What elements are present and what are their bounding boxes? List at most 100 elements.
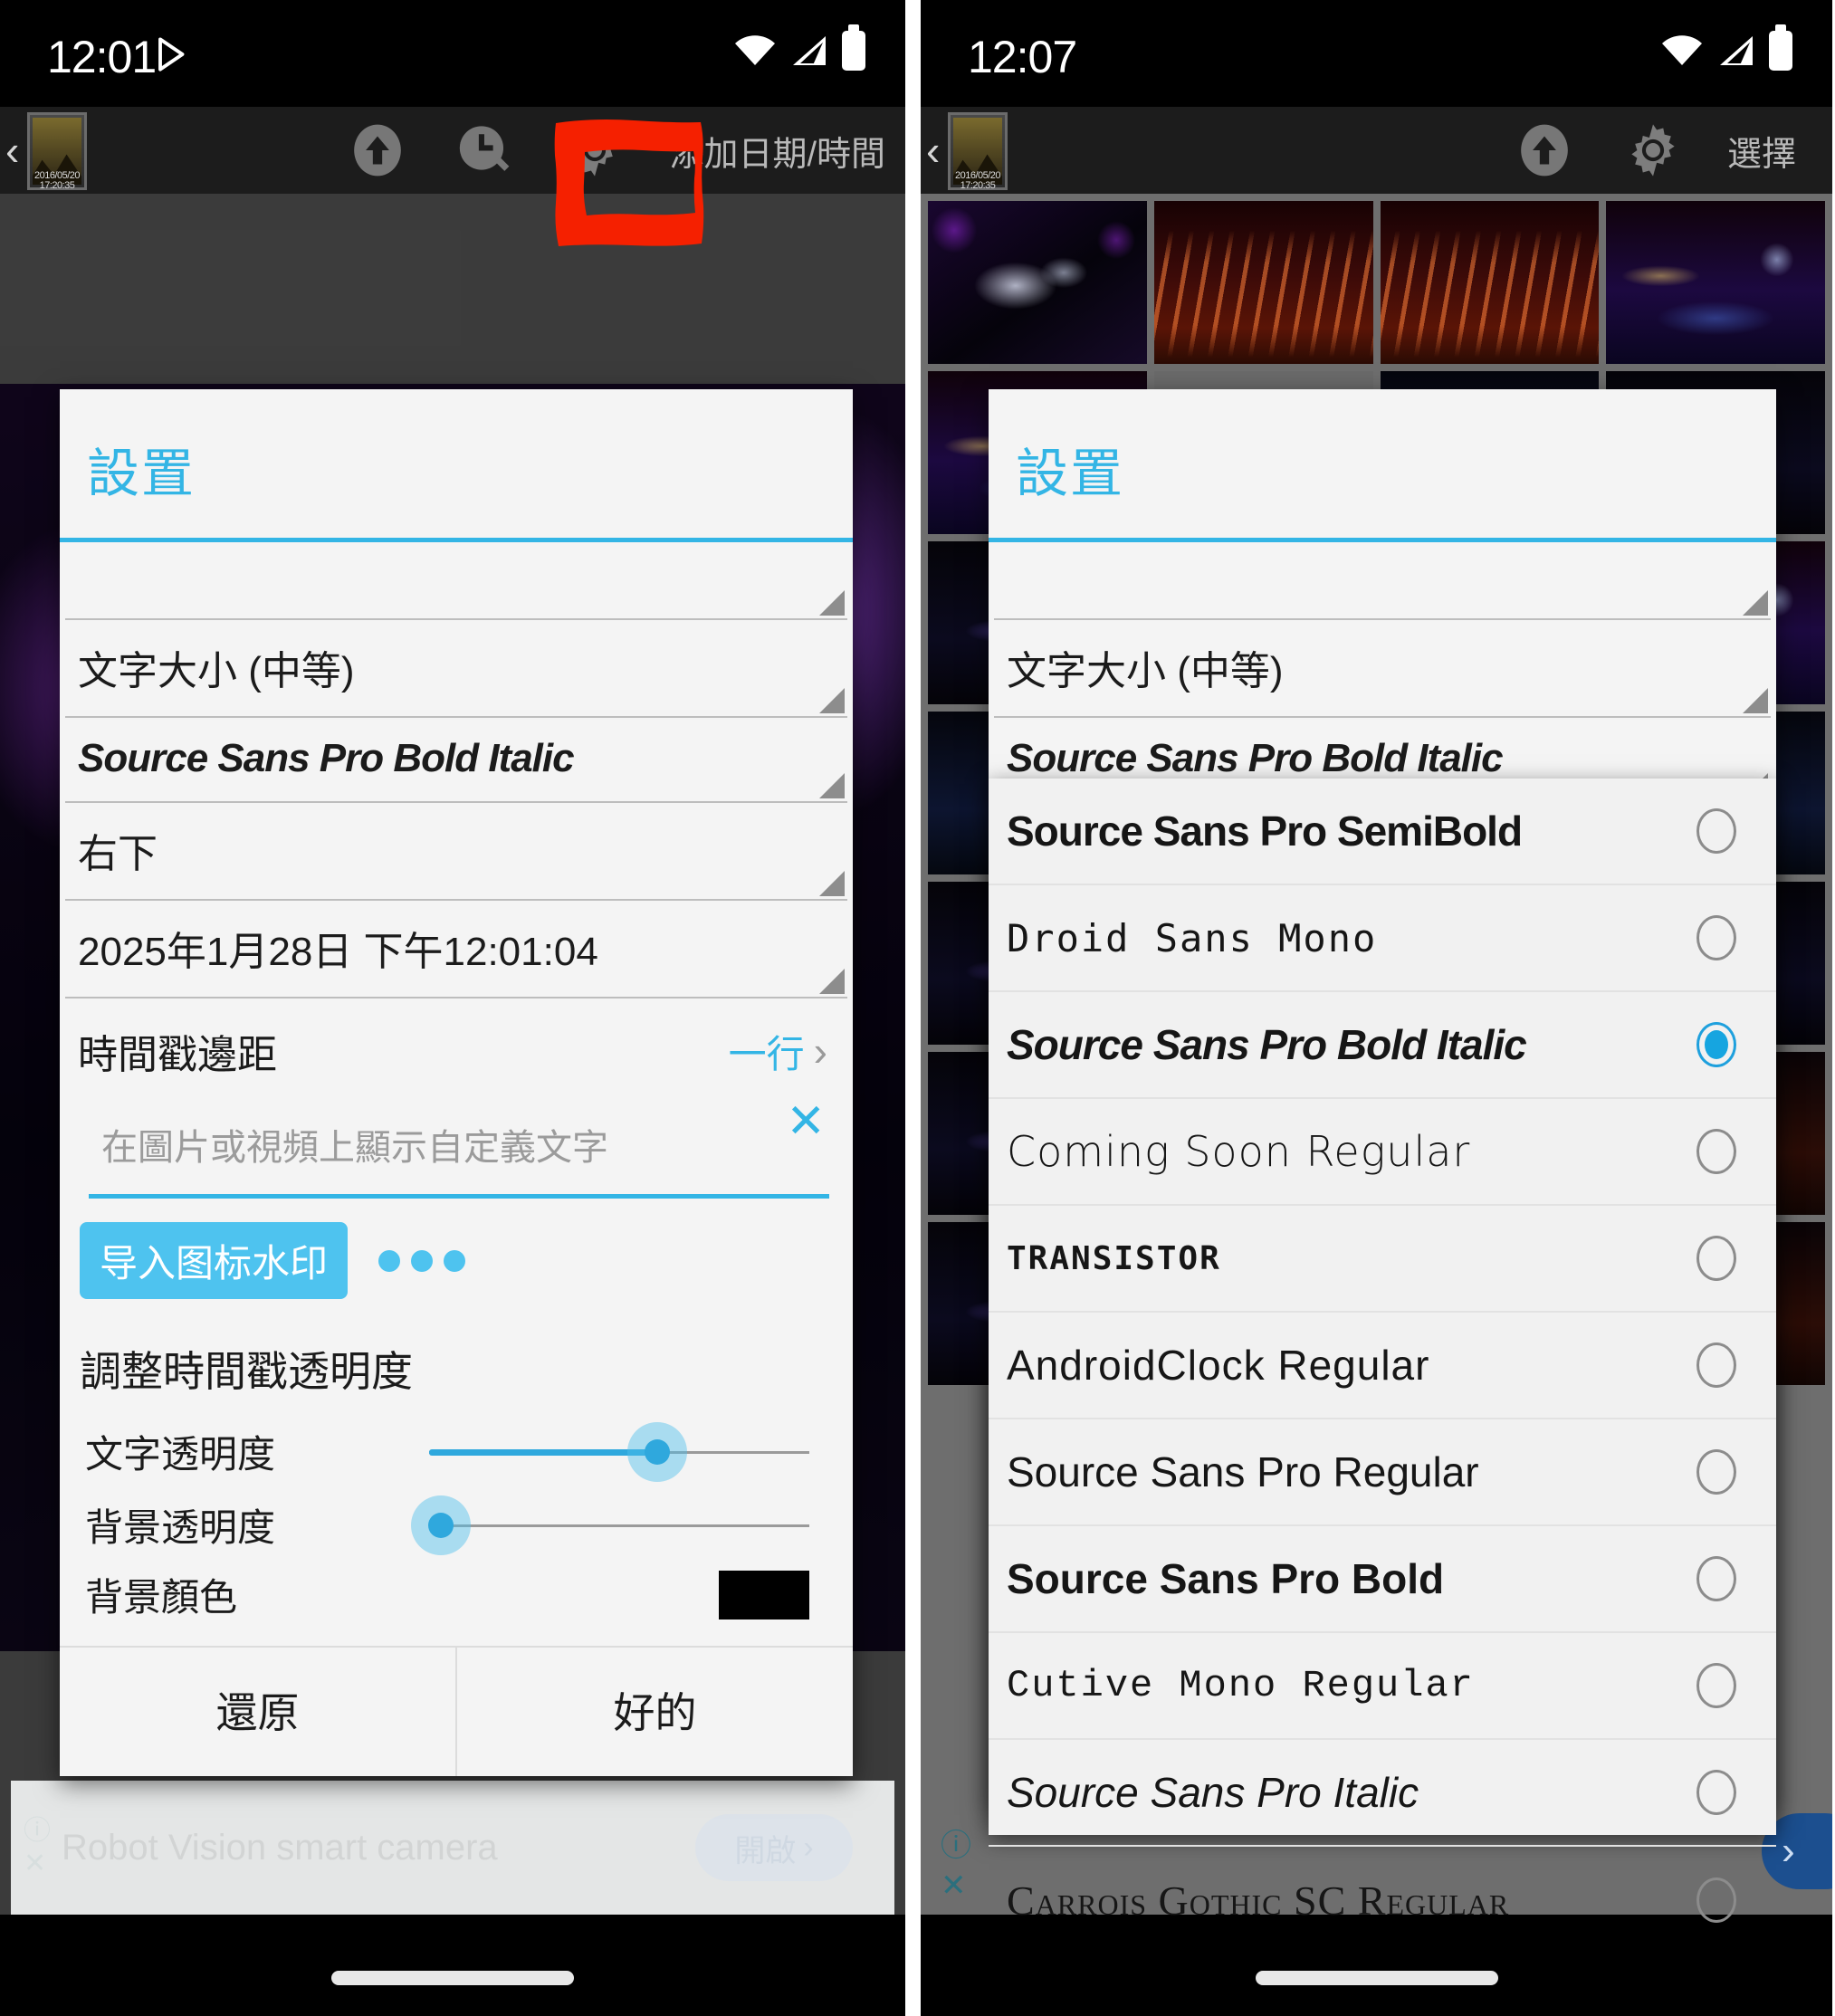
back-button[interactable]: ‹: [926, 127, 940, 174]
font-value: Source Sans Pro Bold Italic: [78, 736, 575, 780]
close-icon[interactable]: ✕: [941, 1866, 971, 1906]
font-list-item[interactable]: Carrois Gothic SC Regular: [989, 1847, 1776, 1954]
text-size-value: 文字大小 (中等): [78, 649, 355, 693]
settings-button[interactable]: [540, 107, 649, 194]
clear-icon[interactable]: ✕: [786, 1094, 826, 1149]
font-list-item[interactable]: Source Sans Pro SemiBold: [989, 779, 1776, 885]
status-icons: [733, 24, 865, 71]
position-spinner[interactable]: 右下: [65, 803, 847, 901]
timestamp-margin-row[interactable]: 時間戳邊距 一行 ›: [65, 998, 847, 1100]
app-action-bar: ‹ 2016/05/20 17:20:35 選擇: [921, 107, 1832, 194]
font-list-item-label: Coming Soon Regular: [1007, 1127, 1471, 1176]
font-radio-button[interactable]: [1696, 1663, 1736, 1708]
home-gesture-pill[interactable]: [1255, 1971, 1498, 1985]
ad-cta-label: 開啟: [734, 1833, 797, 1868]
text-size-spinner[interactable]: 文字大小 (中等): [65, 620, 847, 718]
more-options-button[interactable]: [378, 1249, 466, 1272]
font-list-item[interactable]: TRANSISTOR: [989, 1206, 1776, 1313]
font-list-item[interactable]: Source Sans Pro Italic: [989, 1740, 1776, 1847]
wifi-icon: [735, 35, 775, 65]
font-list-item-label: Source Sans Pro Bold: [1007, 1555, 1445, 1602]
select-button[interactable]: 選擇: [1707, 126, 1832, 176]
ok-button[interactable]: 好的: [455, 1648, 853, 1776]
text-size-spinner[interactable]: 文字大小 (中等): [994, 620, 1771, 718]
spinner-caret-icon: [819, 688, 845, 713]
font-value: Source Sans Pro Bold Italic: [1007, 736, 1504, 780]
bg-color-swatch[interactable]: [719, 1570, 809, 1619]
ad-cta-button[interactable]: 開啟 ›: [695, 1814, 853, 1881]
preview-bar-spinner[interactable]: [65, 542, 847, 620]
ad-title: Robot Vision smart camera: [62, 1827, 498, 1868]
timestamp-margin-value: 一行: [728, 1032, 805, 1075]
bg-opacity-row: 背景透明度: [65, 1488, 847, 1562]
bg-color-row[interactable]: 背景顏色: [65, 1562, 847, 1639]
chevron-right-icon: ›: [1782, 1829, 1795, 1873]
ad-banner[interactable]: ⓘ ✕ Robot Vision smart camera 開啟 ›: [11, 1781, 894, 1915]
app-action-bar: ‹ 2016/05/20 17:20:35 添加日期/時間: [0, 107, 905, 194]
font-radio-button[interactable]: [1696, 808, 1736, 854]
gear-icon: [573, 124, 617, 177]
system-nav-bar: [0, 1915, 905, 2016]
timestamp-margin-label: 時間戳邊距: [78, 1033, 277, 1077]
font-list-item[interactable]: Source Sans Pro Regular: [989, 1419, 1776, 1526]
spinner-caret-icon: [819, 590, 845, 616]
watermark-row: 导入图标水印: [65, 1199, 847, 1308]
text-opacity-row: 文字透明度: [65, 1415, 847, 1488]
upload-button[interactable]: [1490, 107, 1599, 194]
spinner-caret-icon: [819, 969, 845, 994]
bg-opacity-slider[interactable]: [410, 1495, 809, 1555]
bg-opacity-label: 背景透明度: [85, 1506, 276, 1549]
datetime-value: 2025年1月28日 下午12:01:04: [78, 930, 598, 974]
font-radio-button[interactable]: [1696, 1129, 1736, 1174]
font-radio-button[interactable]: [1696, 1022, 1736, 1067]
chevron-right-icon: ›: [813, 1027, 827, 1075]
datetime-spinner[interactable]: 2025年1月28日 下午12:01:04: [65, 901, 847, 998]
back-button[interactable]: ‹: [5, 127, 19, 174]
timestamp-edit-button[interactable]: [432, 107, 540, 194]
battery-icon: [1769, 24, 1792, 71]
font-radio-button[interactable]: [1696, 1770, 1736, 1815]
dialog-title: 設置: [1016, 444, 1125, 503]
wifi-icon: [1662, 35, 1702, 65]
font-radio-button[interactable]: [1696, 1342, 1736, 1388]
signal-icon: [793, 36, 826, 65]
restore-button[interactable]: 還原: [60, 1648, 455, 1776]
font-list-item[interactable]: Coming Soon Regular: [989, 1099, 1776, 1206]
photo-thumbnail[interactable]: [1380, 201, 1600, 364]
text-opacity-slider[interactable]: [429, 1421, 809, 1482]
photo-thumbnail[interactable]: [928, 201, 1147, 364]
font-list-item-label: Source Sans Pro Italic: [1007, 1769, 1419, 1816]
preview-bar-spinner[interactable]: [994, 542, 1771, 620]
font-list-item[interactable]: Source Sans Pro Bold: [989, 1526, 1776, 1633]
font-list-item-label: AndroidClock Regular: [1007, 1342, 1430, 1389]
font-radio-button[interactable]: [1696, 915, 1736, 960]
thumbnail-timestamp: 2016/05/20 17:20:35: [33, 170, 81, 191]
font-list-item[interactable]: AndroidClock Regular: [989, 1313, 1776, 1419]
photo-thumbnail[interactable]: [1153, 201, 1373, 364]
gallery-corner-icons[interactable]: ⓘ ✕: [941, 1826, 971, 1906]
ad-info-and-close-icons[interactable]: ⓘ ✕: [24, 1815, 51, 1880]
home-gesture-pill[interactable]: [331, 1971, 574, 1985]
font-radio-button[interactable]: [1696, 1877, 1736, 1923]
font-radio-button[interactable]: [1696, 1556, 1736, 1601]
appbar-title: 添加日期/時間: [669, 135, 885, 174]
font-radio-button[interactable]: [1696, 1449, 1736, 1495]
spinner-caret-icon: [1743, 688, 1768, 713]
font-list-item[interactable]: Source Sans Pro Bold Italic: [989, 992, 1776, 1099]
left-phone-screen: 12:01 ‹ 2016/05/20 17:20:35 添加日期/時間 設置 文…: [0, 0, 905, 2016]
font-radio-button[interactable]: [1696, 1236, 1736, 1281]
font-chooser-list[interactable]: Source Sans Pro SemiBold Droid Sans Mono S…: [989, 779, 1776, 1924]
upload-button[interactable]: [323, 107, 432, 194]
settings-button[interactable]: [1599, 107, 1707, 194]
position-value: 右下: [78, 832, 158, 876]
font-list-item-label: Cutive Mono Regular: [1007, 1664, 1475, 1707]
font-list-item-label: Source Sans Pro Bold Italic: [1007, 1021, 1527, 1068]
photo-thumbnail[interactable]: [1606, 201, 1825, 364]
font-list-item[interactable]: Cutive Mono Regular: [989, 1633, 1776, 1740]
font-list-item[interactable]: Droid Sans Mono: [989, 885, 1776, 992]
import-watermark-button[interactable]: 导入图标水印: [80, 1222, 349, 1299]
font-spinner[interactable]: Source Sans Pro Bold Italic: [65, 718, 847, 803]
thumbnail-timestamp: 2016/05/20 17:20:35: [954, 170, 1001, 191]
info-icon[interactable]: ⓘ: [941, 1826, 971, 1866]
custom-text-input[interactable]: 在圖片或視頻上顯示自定義文字 ✕: [89, 1095, 829, 1199]
